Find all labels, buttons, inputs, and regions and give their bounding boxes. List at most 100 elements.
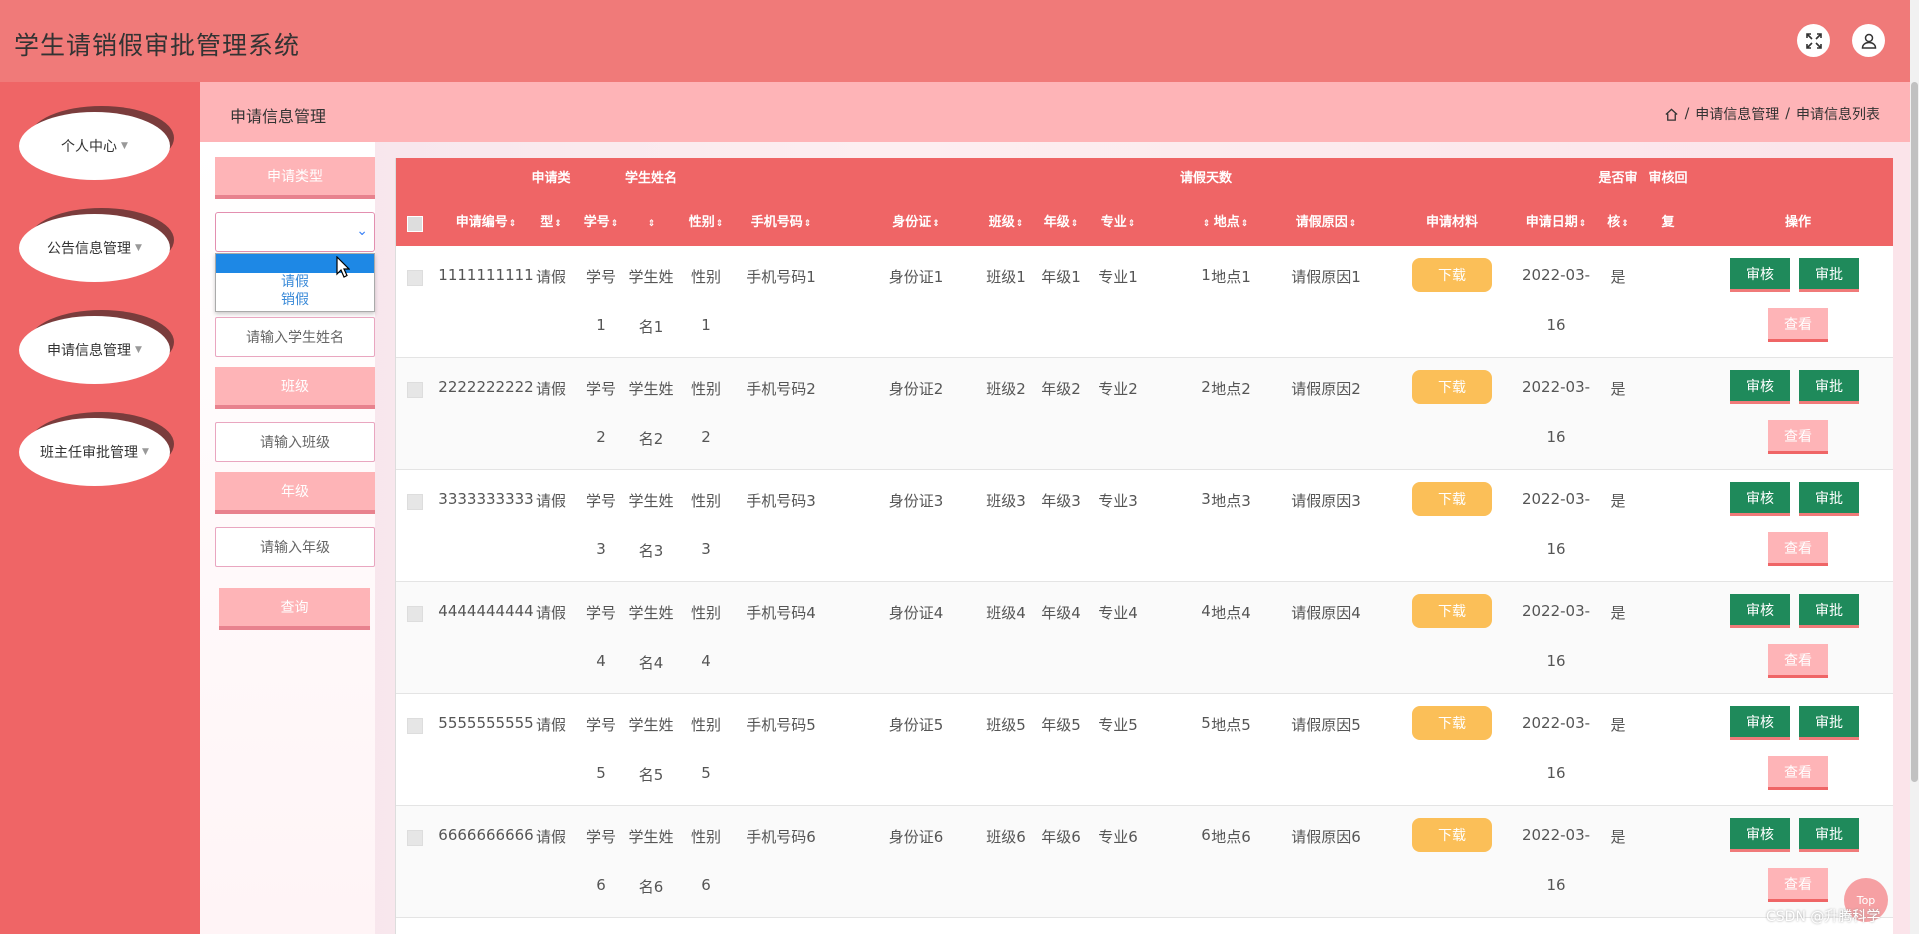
cell-place: 地点1 <box>1211 268 1251 286</box>
approve-button[interactable]: 审批 <box>1799 818 1859 852</box>
cell-date-a: 2022-03- <box>1521 490 1591 508</box>
cell-place: 地点5 <box>1211 716 1251 734</box>
page-scrollbar[interactable] <box>1910 0 1919 934</box>
approve-button[interactable]: 审批 <box>1799 594 1859 628</box>
cell-name-a: 学生姓 <box>628 492 674 510</box>
cell-apply-no: 4444444444 <box>438 602 534 620</box>
download-button[interactable]: 下载 <box>1412 370 1492 404</box>
sort-icon: ⇕ <box>932 219 940 229</box>
download-button[interactable]: 下载 <box>1412 706 1492 740</box>
cell-type: 请假 <box>535 604 566 622</box>
cell-gender-a: 性别 <box>690 380 721 398</box>
cell-audit: 是 <box>1610 604 1626 622</box>
audit-button[interactable]: 审核 <box>1730 706 1790 740</box>
dropdown-option-blank[interactable] <box>216 254 374 273</box>
cell-idcard: 身份证5 <box>888 716 944 734</box>
view-button[interactable]: 查看 <box>1768 756 1828 790</box>
col-phone[interactable]: 手机号码⇕ <box>731 158 831 246</box>
cell-apply-no: 5555555555 <box>438 714 534 732</box>
col-reason[interactable]: 请假原因⇕ <box>1276 158 1376 246</box>
select-all-checkbox[interactable] <box>407 216 423 232</box>
cell-class: 班级2 <box>986 380 1026 398</box>
col-material: 申请材料 <box>1425 215 1478 230</box>
cell-date-b: 16 <box>1546 876 1566 894</box>
cell-name-b: 名5 <box>638 766 664 784</box>
view-button[interactable]: 查看 <box>1768 644 1828 678</box>
view-button[interactable]: 查看 <box>1768 868 1828 902</box>
type-select[interactable]: ⌄ <box>215 212 375 252</box>
view-button[interactable]: 查看 <box>1768 532 1828 566</box>
approve-button[interactable]: 审批 <box>1799 482 1859 516</box>
approve-button[interactable]: 审批 <box>1799 370 1859 404</box>
row-checkbox[interactable] <box>407 606 423 622</box>
breadcrumb-item[interactable]: 申请信息管理 <box>1695 104 1779 124</box>
row-checkbox[interactable] <box>407 830 423 846</box>
user-button[interactable] <box>1852 24 1885 57</box>
view-button[interactable]: 查看 <box>1768 420 1828 454</box>
cell-date-b: 16 <box>1546 652 1566 670</box>
sidebar-item-label: 个人中心 <box>61 139 118 155</box>
fullscreen-button[interactable] <box>1797 24 1830 57</box>
audit-button[interactable]: 审核 <box>1730 258 1790 292</box>
download-button[interactable]: 下载 <box>1412 258 1492 292</box>
col-apply-no[interactable]: 申请编号⇕ <box>436 158 536 246</box>
col-type[interactable]: 申请类 型⇕ <box>526 158 576 246</box>
filter-label-class: 班级 <box>215 367 375 409</box>
col-idcard[interactable]: 身份证⇕ <box>866 158 966 246</box>
cell-major: 专业1 <box>1098 268 1138 286</box>
cell-name-b: 名3 <box>638 542 664 560</box>
download-button[interactable]: 下载 <box>1412 818 1492 852</box>
sidebar-item-personal-center[interactable]: 个人中心 ▼ <box>19 106 174 180</box>
col-class[interactable]: 班级⇕ <box>981 158 1031 246</box>
chevron-down-icon: ⌄ <box>356 223 368 239</box>
audit-button[interactable]: 审核 <box>1730 818 1790 852</box>
col-place[interactable]: 地点⇕ <box>1206 158 1256 246</box>
caret-down-icon: ▼ <box>135 243 142 253</box>
cell-gender-a: 性别 <box>690 268 721 286</box>
audit-button[interactable]: 审核 <box>1730 370 1790 404</box>
row-checkbox[interactable] <box>407 270 423 286</box>
cell-apply-no: 6666666666 <box>438 826 534 844</box>
cell-gender-b: 4 <box>701 652 711 670</box>
home-icon[interactable] <box>1664 107 1679 122</box>
cell-date-a: 2022-03- <box>1521 826 1591 844</box>
sidebar-item-teacher-approval[interactable]: 班主任审批管理 ▼ <box>19 412 174 486</box>
dropdown-option[interactable]: 销假 <box>216 291 374 309</box>
audit-button[interactable]: 审核 <box>1730 594 1790 628</box>
scrollbar-thumb[interactable] <box>1911 82 1918 782</box>
sidebar-item-notice-management[interactable]: 公告信息管理 ▼ <box>19 208 174 282</box>
col-date[interactable]: 申请日期⇕ <box>1511 158 1601 246</box>
user-icon <box>1861 33 1876 49</box>
search-button[interactable]: 查询 <box>219 588 370 630</box>
cell-audit: 是 <box>1610 828 1626 846</box>
cell-gender-b: 5 <box>701 764 711 782</box>
approve-button[interactable]: 审批 <box>1799 706 1859 740</box>
row-checkbox[interactable] <box>407 382 423 398</box>
cell-gender-a: 性别 <box>690 604 721 622</box>
filter-label-grade: 年级 <box>215 472 375 514</box>
view-button[interactable]: 查看 <box>1768 308 1828 342</box>
download-button[interactable]: 下载 <box>1412 482 1492 516</box>
class-input[interactable]: 请输入班级 <box>215 422 375 462</box>
sort-icon: ⇕ <box>1578 219 1587 229</box>
col-student-name[interactable]: 学生姓名 ⇕ <box>616 158 686 246</box>
cell-idcard: 身份证1 <box>888 268 944 286</box>
row-checkbox[interactable] <box>407 718 423 734</box>
dropdown-option[interactable]: 请假 <box>216 273 374 291</box>
download-button[interactable]: 下载 <box>1412 594 1492 628</box>
row-checkbox[interactable] <box>407 494 423 510</box>
sort-icon: ⇕ <box>1070 219 1079 229</box>
cell-major: 专业2 <box>1098 380 1138 398</box>
cell-date-b: 16 <box>1546 316 1566 334</box>
cell-reason: 请假原因2 <box>1291 380 1361 398</box>
table-row: 5555555555 请假 学号 5 学生姓 名5 性别 5 手机号码5 身份证5 班级5 年级5 专业… <box>396 694 1893 806</box>
audit-button[interactable]: 审核 <box>1730 482 1790 516</box>
col-gender[interactable]: 性别⇕ <box>681 158 731 246</box>
student-name-input[interactable]: 请输入学生姓名 <box>215 317 375 357</box>
col-audit[interactable]: 是否审 核⇕ <box>1596 158 1640 246</box>
cell-phone: 手机号码1 <box>746 268 816 286</box>
col-grade[interactable]: 年级⇕ <box>1036 158 1086 246</box>
grade-input[interactable]: 请输入年级 <box>215 527 375 567</box>
sidebar-item-application-management[interactable]: 申请信息管理 ▼ <box>19 310 174 384</box>
approve-button[interactable]: 审批 <box>1799 258 1859 292</box>
